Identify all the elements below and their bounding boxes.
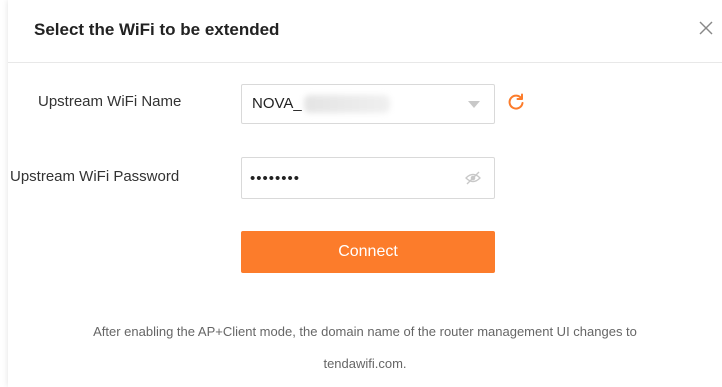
chevron-down-icon[interactable] bbox=[468, 101, 480, 108]
password-field[interactable] bbox=[241, 157, 495, 199]
dialog-header: Select the WiFi to be extended bbox=[8, 0, 722, 63]
note-line-1: After enabling the AP+Client mode, the d… bbox=[93, 324, 637, 339]
password-input[interactable] bbox=[250, 167, 450, 189]
mode-change-note: After enabling the AP+Client mode, the d… bbox=[28, 316, 702, 380]
ssid-value: NOVA_ bbox=[252, 95, 302, 112]
eye-hidden-icon[interactable] bbox=[464, 169, 482, 187]
select-wifi-dialog: Select the WiFi to be extended Upstream … bbox=[8, 0, 722, 387]
dialog-title: Select the WiFi to be extended bbox=[34, 20, 280, 39]
connect-button[interactable]: Connect bbox=[241, 231, 495, 273]
note-line-2: tendawifi.com. bbox=[323, 356, 407, 371]
ssid-blur-mask bbox=[304, 95, 390, 113]
close-icon[interactable] bbox=[696, 18, 716, 38]
password-label: Upstream WiFi Password bbox=[10, 168, 180, 185]
ssid-select[interactable]: NOVA_ bbox=[241, 84, 495, 124]
ssid-label: Upstream WiFi Name bbox=[38, 93, 182, 110]
refresh-icon[interactable] bbox=[506, 92, 526, 112]
